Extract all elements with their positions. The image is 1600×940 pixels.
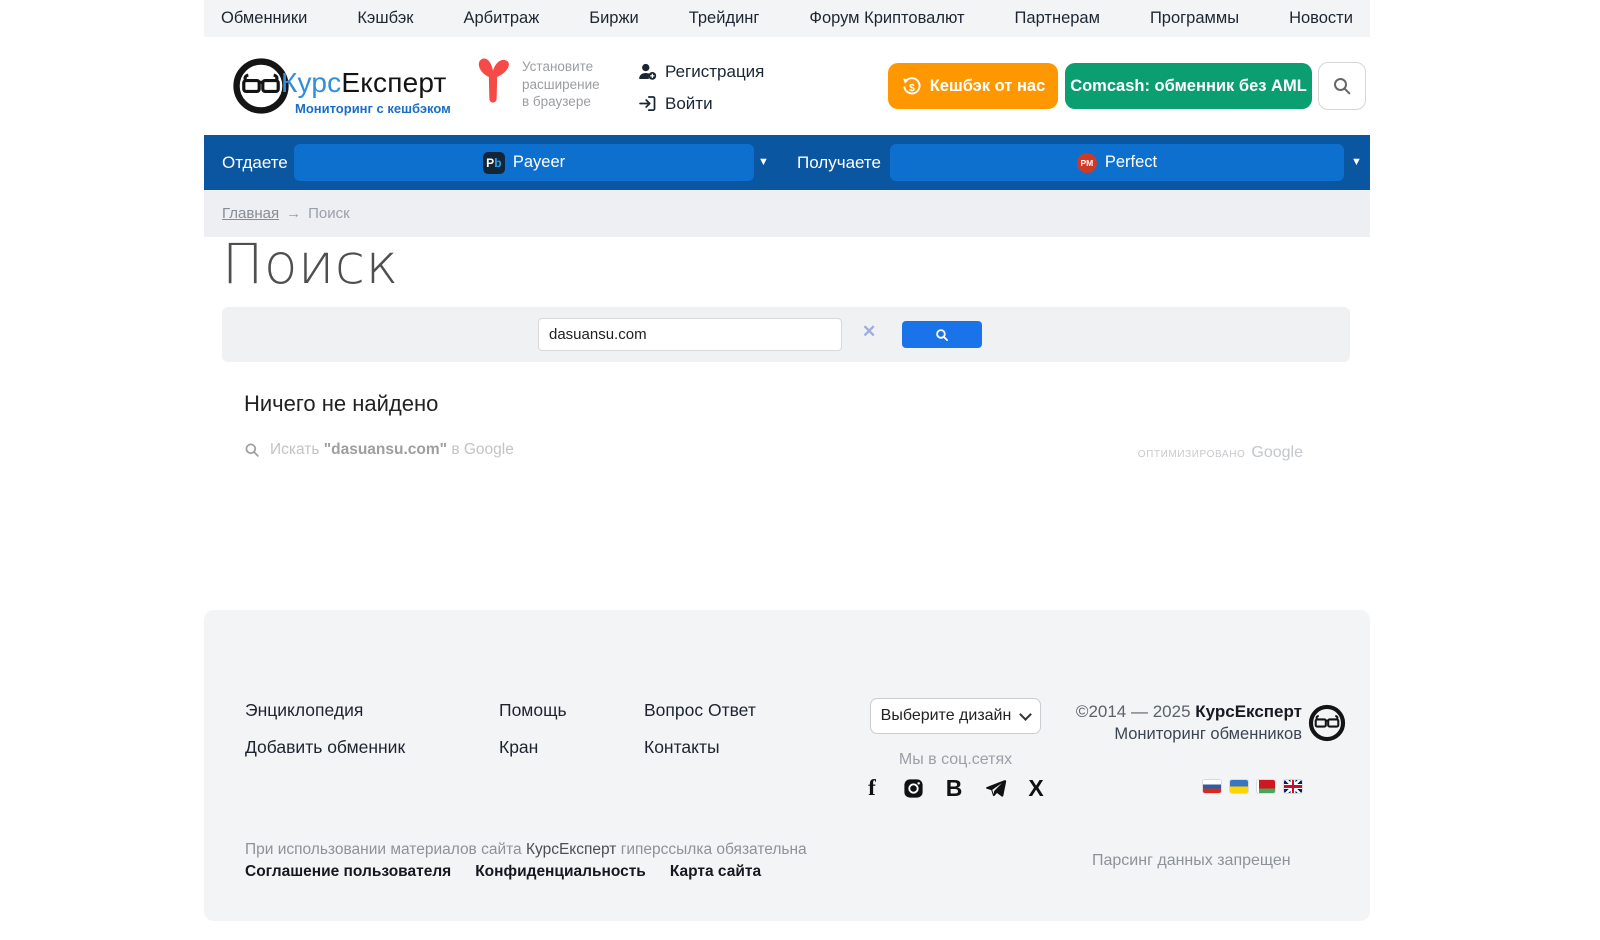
search-icon <box>245 443 259 457</box>
breadcrumb: Главная → Поиск <box>204 190 1370 237</box>
get-currency-value: Perfect <box>1104 153 1158 171</box>
telegram-icon[interactable] <box>982 775 1008 801</box>
get-label: Получаете <box>797 153 881 172</box>
branding-small-text: оптимизировано <box>1137 449 1246 460</box>
flag-by-icon[interactable] <box>1257 780 1275 793</box>
social-icons-row: f B X <box>859 775 1049 801</box>
flag-en-icon[interactable] <box>1284 780 1302 793</box>
top-nav: Обменники Кэшбэк Арбитраж Биржи Трейдинг… <box>204 0 1370 37</box>
facebook-icon[interactable]: f <box>859 775 885 801</box>
cashback-dollar-icon: $ <box>902 76 921 94</box>
auth-block: Регистрация Войти <box>637 61 764 114</box>
brand-first: Курс <box>281 67 342 98</box>
cashback-button-label: Кешбэк от нас <box>929 76 1046 95</box>
footer-link-qa[interactable]: Вопрос Ответ <box>644 700 756 721</box>
nav-item-news[interactable]: Новости <box>1289 9 1353 28</box>
breadcrumb-home[interactable]: Главная <box>222 205 279 222</box>
register-link[interactable]: Регистрация <box>637 61 764 82</box>
nav-item-cashback[interactable]: Кэшбэк <box>357 9 413 28</box>
login-icon <box>639 96 656 111</box>
design-select-value: Выберите дизайн <box>880 707 1012 724</box>
footer-link-help[interactable]: Помощь <box>499 700 567 721</box>
breadcrumb-current: Поиск <box>308 205 350 222</box>
search-input[interactable] <box>538 318 842 351</box>
footer-link-encyclopedia[interactable]: Энциклопедия <box>245 700 363 721</box>
instagram-icon[interactable] <box>900 775 926 801</box>
give-currency-select[interactable]: Pb Payeer <box>294 144 754 181</box>
suggest-prefix: Искать <box>270 441 324 458</box>
copyright-notice: При использовании материалов сайта КурсЕ… <box>245 841 807 858</box>
get-caret-icon[interactable]: ▼ <box>1351 156 1362 168</box>
footer: Энциклопедия Добавить обменник Помощь Кр… <box>204 610 1370 921</box>
social-title: Мы в соц.сетях <box>898 751 1013 768</box>
google-suggest-row: Искать "dasuansu.com" в Google оптимизир… <box>204 441 1370 465</box>
google-branding: оптимизировано Google <box>1138 444 1303 462</box>
copyright-block: ©2014 — 2025 КурсЕксперт Мониторинг обме… <box>1034 702 1346 744</box>
nav-item-exchangers[interactable]: Обменники <box>221 9 307 28</box>
search-panel: ✕ <box>222 307 1350 362</box>
give-label: Отдаете <box>222 153 288 172</box>
footer-link-contacts[interactable]: Контакты <box>644 737 720 758</box>
clear-search-icon[interactable]: ✕ <box>862 322 876 342</box>
page-content: Обменники Кэшбэк Арбитраж Биржи Трейдинг… <box>204 0 1370 940</box>
header-search-button[interactable] <box>1318 62 1366 110</box>
search-icon <box>936 328 949 341</box>
suggest-suffix: в Google <box>447 441 514 458</box>
copyright-subtitle: Мониторинг обменников <box>1114 725 1302 743</box>
x-twitter-icon[interactable]: X <box>1023 775 1049 801</box>
yandex-browser-icon <box>478 58 509 103</box>
footer-link-privacy[interactable]: Конфиденциальность <box>475 863 646 881</box>
nav-item-arbitrage[interactable]: Арбитраж <box>463 9 539 28</box>
give-currency-value: Payeer <box>512 153 566 171</box>
chevron-down-icon <box>1019 707 1033 721</box>
site-header: КурсЕксперт Мониторинг с кешбэком Устано… <box>204 37 1370 135</box>
footer-link-user-agreement[interactable]: Соглашение пользователя <box>245 863 451 881</box>
flag-ua-icon[interactable] <box>1230 780 1248 793</box>
breadcrumb-separator: → <box>286 205 302 222</box>
perfect-money-icon: PM <box>1076 152 1097 173</box>
register-label: Регистрация <box>665 61 765 81</box>
exchange-direction-bar: Отдаете Pb Payeer ▼ Получаете PM Perfect… <box>204 135 1370 190</box>
google-search-link[interactable]: Искать "dasuansu.com" в Google <box>244 441 514 459</box>
copyright-years: ©2014 — 2025 <box>1075 702 1196 721</box>
promo-button[interactable]: Comcash: обменник без AML <box>1065 63 1312 109</box>
search-icon <box>1334 78 1351 95</box>
footer-link-faucet[interactable]: Кран <box>499 737 538 758</box>
notice-brand: КурсЕксперт <box>525 841 617 858</box>
design-select[interactable]: Выберите дизайн <box>870 698 1041 734</box>
search-submit-button[interactable] <box>902 321 982 348</box>
register-icon <box>639 63 657 80</box>
browser-extension-link[interactable]: Установите расширение в браузере <box>472 51 600 111</box>
login-link[interactable]: Войти <box>637 93 764 114</box>
vk-icon[interactable]: B <box>941 775 967 801</box>
promo-button-label: Comcash: обменник без AML <box>1070 76 1307 95</box>
footer-link-add-exchanger[interactable]: Добавить обменник <box>245 737 405 758</box>
site-logo[interactable]: КурсЕксперт Мониторинг с кешбэком <box>232 57 451 116</box>
extension-text: Установите расширение в браузере <box>522 59 600 109</box>
cashback-button[interactable]: $ Кешбэк от нас <box>888 63 1058 109</box>
suggest-query: "dasuansu.com" <box>323 441 448 458</box>
no-results-message: Ничего не найдено <box>244 391 439 416</box>
nav-item-forum[interactable]: Форум Криптовалют <box>809 9 964 28</box>
footer-link-sitemap[interactable]: Карта сайта <box>670 863 761 881</box>
glasses-logo-icon <box>1308 704 1346 742</box>
svg-text:$: $ <box>909 81 915 93</box>
page-title: Поиск <box>222 232 399 296</box>
brand-second: Експерт <box>341 67 447 98</box>
nav-item-partners[interactable]: Партнерам <box>1015 9 1100 28</box>
give-caret-icon[interactable]: ▼ <box>758 156 769 168</box>
language-flags <box>1203 780 1302 793</box>
parsing-notice: Парсинг данных запрещен <box>1092 852 1291 869</box>
nav-item-programs[interactable]: Программы <box>1150 9 1239 28</box>
payeer-icon: Pb <box>482 151 505 174</box>
get-currency-select[interactable]: PM Perfect <box>890 144 1344 181</box>
nav-item-exchanges[interactable]: Биржи <box>589 9 638 28</box>
footer-bottom-links: Соглашение пользователя Конфиденциальнос… <box>245 863 761 881</box>
flag-ru-icon[interactable] <box>1203 780 1221 793</box>
nav-item-trading[interactable]: Трейдинг <box>689 9 760 28</box>
google-logo-text: Google <box>1251 444 1303 461</box>
copyright-brand: КурсЕксперт <box>1195 702 1302 721</box>
login-label: Войти <box>665 93 713 113</box>
